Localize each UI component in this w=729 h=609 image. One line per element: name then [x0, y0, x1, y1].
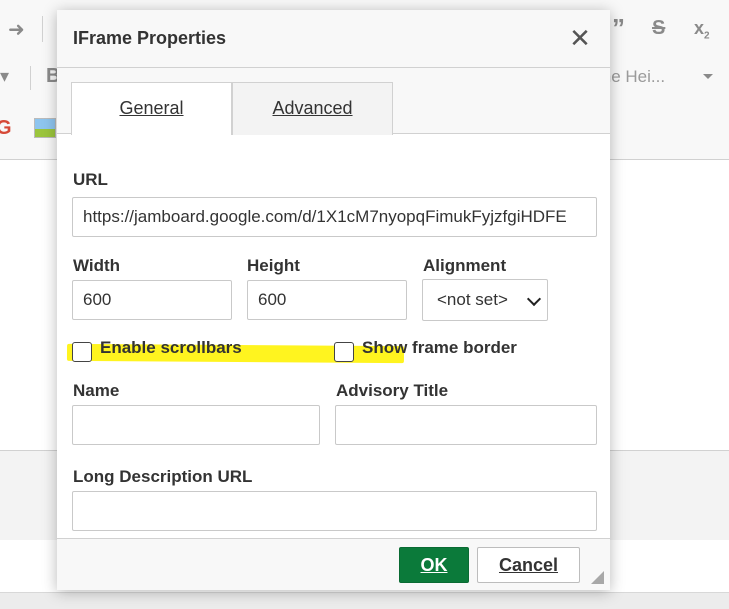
alignment-selected-value: <not set>	[437, 290, 508, 309]
chevron-down-icon	[703, 74, 713, 79]
show-frame-border-checkbox[interactable]	[334, 342, 354, 362]
show-frame-border-label[interactable]: Show frame border	[362, 338, 517, 358]
toolbar-separator	[30, 66, 31, 90]
long-description-url-label: Long Description URL	[73, 467, 253, 486]
google-icon[interactable]: G	[0, 118, 12, 138]
tabs-bar: General Advanced	[57, 68, 610, 135]
ok-button[interactable]: OK	[399, 547, 469, 583]
iframe-properties-dialog: IFrame Properties ✕ General Advanced URL…	[57, 10, 610, 590]
width-label: Width	[73, 256, 121, 275]
chevron-down-icon	[526, 291, 542, 307]
editor-window: ➜ ▾ B G ” S x2 ine Hei... IFrame Propert…	[0, 0, 729, 609]
strikethrough-icon[interactable]: S	[652, 18, 665, 38]
tab-advanced[interactable]: Advanced	[232, 82, 393, 135]
name-input[interactable]	[72, 405, 320, 445]
url-label: URL	[73, 170, 108, 189]
height-label: Height	[247, 256, 300, 275]
width-input[interactable]: 600	[72, 280, 232, 320]
tab-general[interactable]: General	[71, 82, 232, 135]
height-input[interactable]: 600	[247, 280, 407, 320]
advisory-title-input[interactable]	[335, 405, 597, 445]
redo-icon[interactable]: ➜	[8, 20, 25, 40]
dialog-body: General Advanced URL https://jamboard.go…	[57, 68, 610, 538]
resize-handle-icon[interactable]	[591, 571, 604, 584]
quote-icon[interactable]: ”	[612, 15, 625, 41]
dialog-footer: OK Cancel	[57, 538, 610, 590]
enable-scrollbars-checkbox[interactable]	[72, 342, 92, 362]
dialog-title: IFrame Properties	[73, 28, 227, 48]
dialog-title-bar[interactable]: IFrame Properties ✕	[57, 10, 610, 68]
cancel-button[interactable]: Cancel	[477, 547, 580, 583]
advisory-title-label: Advisory Title	[336, 381, 449, 400]
close-icon[interactable]: ✕	[568, 24, 592, 52]
alignment-label: Alignment	[423, 256, 507, 275]
toolbar-separator	[42, 16, 43, 42]
subscript-icon[interactable]: x2	[694, 18, 710, 47]
url-input[interactable]: https://jamboard.google.com/d/1X1cM7nyop…	[72, 197, 597, 237]
name-label: Name	[73, 381, 120, 400]
format-dropdown-icon[interactable]: ▾	[0, 66, 9, 86]
editor-bottom-strip	[0, 592, 729, 609]
alignment-select[interactable]: <not set>	[422, 279, 548, 321]
image-icon[interactable]	[34, 118, 56, 138]
enable-scrollbars-label[interactable]: Enable scrollbars	[100, 338, 242, 358]
long-description-url-input[interactable]	[72, 491, 597, 531]
